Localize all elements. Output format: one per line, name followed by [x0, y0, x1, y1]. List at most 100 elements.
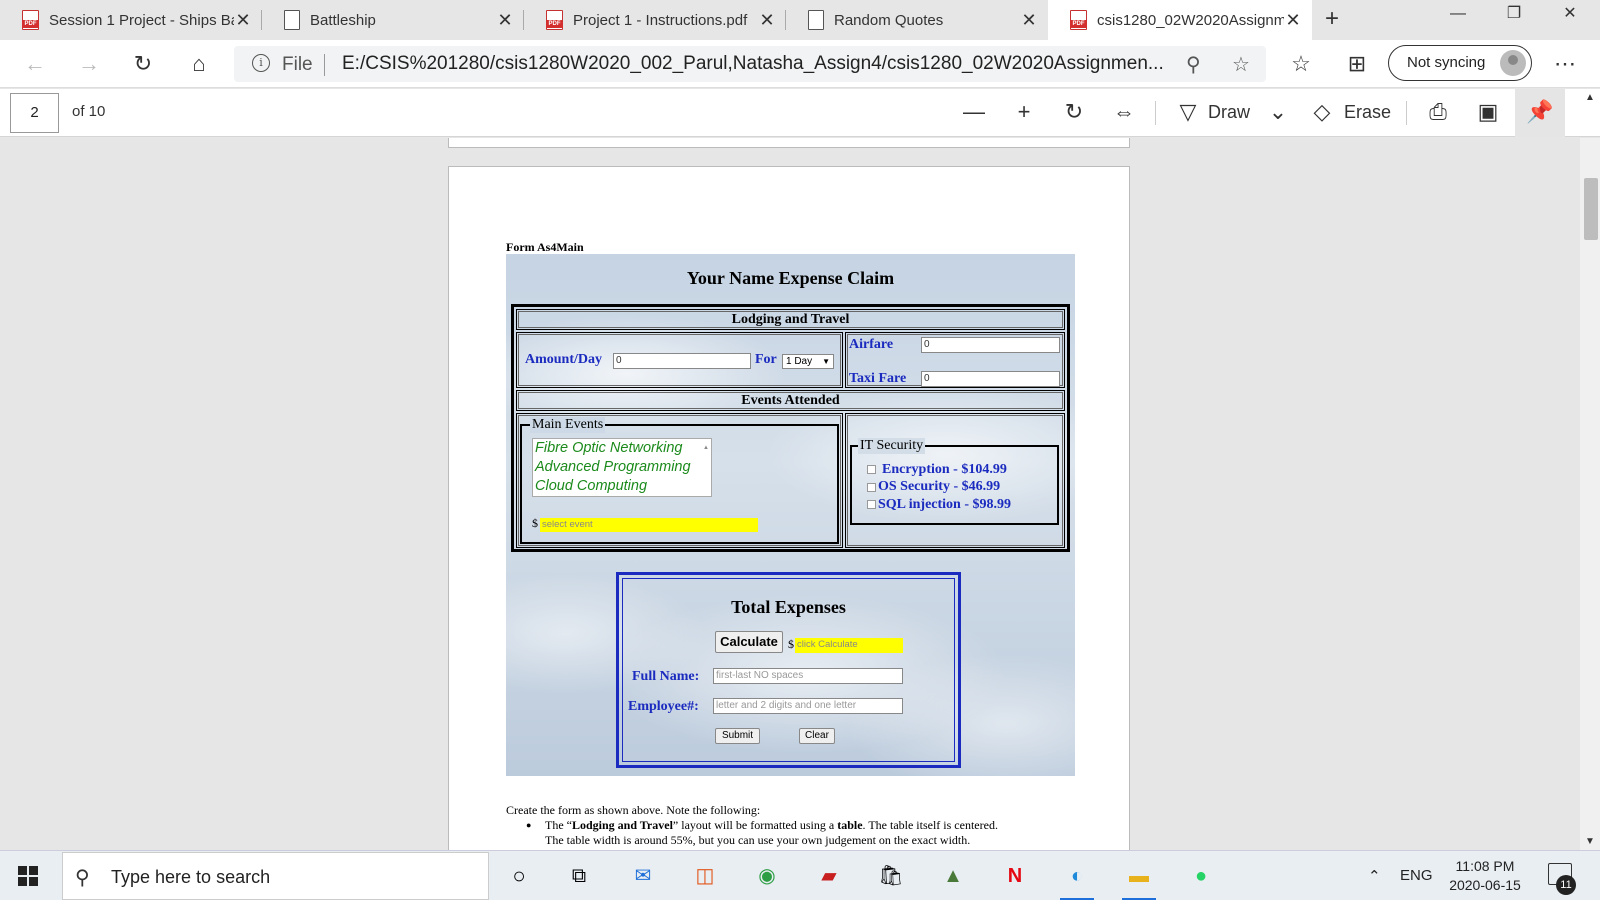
- taskbar-search-box[interactable]: ⚲ Type here to search: [62, 852, 489, 900]
- fit-to-width-icon[interactable]: ⇔: [1108, 99, 1140, 127]
- office-icon[interactable]: ◫: [682, 856, 728, 896]
- encryption-checkbox: [867, 465, 876, 474]
- tab-battleship[interactable]: Battleship ✕: [262, 0, 524, 40]
- eraser-icon[interactable]: ◇: [1306, 99, 1338, 127]
- url-field[interactable]: i File E:/CSIS%201280/csis1280W2020_002_…: [234, 46, 1266, 82]
- new-tab-button[interactable]: +: [1312, 0, 1352, 40]
- zoom-out-icon[interactable]: —: [958, 99, 990, 127]
- cortana-icon[interactable]: ○: [496, 856, 542, 896]
- windows-start-icon[interactable]: [18, 866, 38, 886]
- tab-random-quotes[interactable]: Random Quotes ✕: [786, 0, 1048, 40]
- pdf-icon: [546, 10, 563, 30]
- tab-title: Project 1 - Instructions.pdf: [573, 11, 748, 29]
- pdf-icon: [22, 10, 39, 30]
- print-icon[interactable]: ⎙: [1422, 99, 1454, 127]
- restore-button[interactable]: ❐: [1486, 0, 1542, 30]
- total-expenses-box: Total Expenses Calculate $ click Calcula…: [616, 572, 961, 768]
- whatsapp-icon[interactable]: ●: [1178, 856, 1224, 896]
- main-events-listbox: Fibre Optic Networking Advanced Programm…: [532, 438, 712, 527]
- events-header: Events Attended: [516, 390, 1065, 411]
- close-icon[interactable]: ✕: [758, 10, 776, 31]
- close-icon[interactable]: ✕: [1284, 10, 1302, 31]
- vertical-scrollbar[interactable]: ▼: [1580, 138, 1600, 850]
- info-icon[interactable]: i: [252, 54, 270, 72]
- clock[interactable]: 11:08 PM 2020-06-15: [1440, 857, 1530, 895]
- fares-cell: Airfare 0 Taxi Fare 0: [845, 332, 1065, 388]
- favorite-star-icon[interactable]: ☆: [1232, 52, 1250, 77]
- chevron-down-icon[interactable]: ⌄: [1262, 99, 1294, 127]
- more-options-icon[interactable]: ⋯: [1550, 50, 1580, 80]
- airfare-label: Airfare: [849, 337, 894, 352]
- tab-title: csis1280_02W2020Assignm: [1097, 11, 1284, 29]
- draw-icon[interactable]: ▽: [1172, 99, 1204, 127]
- scrollbar-thumb[interactable]: [1584, 178, 1598, 240]
- close-window-button[interactable]: ✕: [1542, 0, 1598, 30]
- rotate-icon[interactable]: ↻: [1058, 99, 1090, 127]
- home-button[interactable]: ⌂: [184, 50, 214, 80]
- instructions-intro: Create the form as shown above. Note the…: [506, 803, 761, 817]
- chrome-icon[interactable]: ◉: [744, 856, 790, 896]
- pdf-viewer: Form As4Main Your Name Expense Claim Lod…: [0, 138, 1600, 850]
- close-icon[interactable]: ✕: [1020, 10, 1038, 31]
- profile-sync-button[interactable]: Not syncing: [1388, 45, 1532, 81]
- favorites-icon[interactable]: ☆: [1286, 50, 1316, 80]
- for-label: For: [755, 352, 777, 367]
- refresh-button[interactable]: ↻: [128, 50, 158, 80]
- url-scheme-label: File: [282, 54, 313, 75]
- close-icon[interactable]: ✕: [496, 10, 514, 31]
- back-button[interactable]: ←: [20, 50, 50, 80]
- full-name-label: Full Name:: [632, 669, 700, 684]
- encryption-label: Encryption - $104.99: [882, 462, 1007, 477]
- store-icon[interactable]: 🛍: [868, 856, 914, 896]
- netflix-icon[interactable]: N: [992, 856, 1038, 896]
- instructions-bullet-1-line-2: The table width is around 55%, but you c…: [545, 833, 971, 847]
- full-name-input: first-last NO spaces: [713, 668, 903, 684]
- chevron-up-icon[interactable]: ⌃: [1368, 867, 1381, 885]
- acrobat-icon[interactable]: ▰: [806, 856, 852, 896]
- total-field: click Calculate: [795, 638, 903, 653]
- form-title: Your Name Expense Claim: [686, 268, 895, 288]
- pdf-toolbar: 2 of 10 — + ↻ ⇔ ▽ Draw ⌄ ◇ Erase ⎙ ▣ 📌: [0, 89, 1600, 137]
- main-events-cell: Main Events Fibre Optic Networking Advan…: [516, 413, 843, 548]
- main-events-legend: Main Events: [530, 417, 606, 433]
- instructions-bullet-1: The “Lodging and Travel” layout will be …: [545, 818, 1066, 833]
- minimize-button[interactable]: —: [1430, 0, 1486, 30]
- tab-title: Battleship: [310, 11, 376, 29]
- event-cost-field: select event: [540, 518, 758, 532]
- save-icon[interactable]: ▣: [1472, 99, 1504, 127]
- previous-page-edge: [448, 138, 1130, 148]
- collections-icon[interactable]: ⊞: [1342, 50, 1372, 80]
- pin-toolbar-icon[interactable]: 📌: [1515, 89, 1565, 137]
- forward-button[interactable]: →: [74, 50, 104, 80]
- form-caption: Form As4Main: [506, 240, 584, 254]
- zoom-icon[interactable]: ⚲: [1186, 52, 1201, 77]
- list-item: Cloud Computing: [535, 478, 648, 494]
- search-icon: ⚲: [75, 867, 90, 889]
- sql-injection-checkbox: [867, 500, 876, 509]
- language-indicator[interactable]: ENG: [1400, 867, 1433, 884]
- scroll-down-arrow-icon[interactable]: ▼: [1580, 836, 1600, 850]
- pdf-page: Form As4Main Your Name Expense Claim Lod…: [448, 166, 1130, 850]
- edge-icon[interactable]: ◐: [1054, 856, 1100, 900]
- tab-project1-instructions[interactable]: Project 1 - Instructions.pdf ✕: [524, 0, 786, 40]
- tab-csis1280-assignment[interactable]: csis1280_02W2020Assignm ✕: [1048, 0, 1312, 40]
- mail-icon[interactable]: ✉: [620, 856, 666, 896]
- draw-label[interactable]: Draw: [1208, 102, 1250, 123]
- scroll-up-arrow-icon[interactable]: ▲: [1580, 92, 1600, 106]
- instructions-text: Create the form as shown above. Note the…: [506, 803, 1066, 848]
- amount-per-day-input: 0: [613, 353, 751, 369]
- tab-session1-project[interactable]: Session 1 Project - Ships Ba ✕: [0, 0, 262, 40]
- page-number-input[interactable]: 2: [10, 93, 59, 133]
- file-explorer-icon[interactable]: ▬: [1116, 856, 1162, 900]
- bullet-text-part: . The table itself is centered.: [862, 818, 998, 832]
- url-text[interactable]: E:/CSIS%201280/csis1280W2020_002_Parul,N…: [342, 53, 1164, 75]
- zoom-in-icon[interactable]: +: [1008, 99, 1040, 127]
- search-placeholder: Type here to search: [111, 867, 271, 887]
- app-icon[interactable]: ▲: [930, 856, 976, 896]
- sql-injection-label: SQL injection - $98.99: [878, 497, 1012, 512]
- erase-label[interactable]: Erase: [1344, 102, 1391, 123]
- it-security-fieldset: IT Security Encryption - $104.99 OS Secu…: [850, 438, 1059, 525]
- task-view-icon[interactable]: ⧉: [556, 856, 602, 896]
- tab-strip: Session 1 Project - Ships Ba ✕ Battleshi…: [0, 0, 1600, 40]
- close-icon[interactable]: ✕: [234, 10, 252, 31]
